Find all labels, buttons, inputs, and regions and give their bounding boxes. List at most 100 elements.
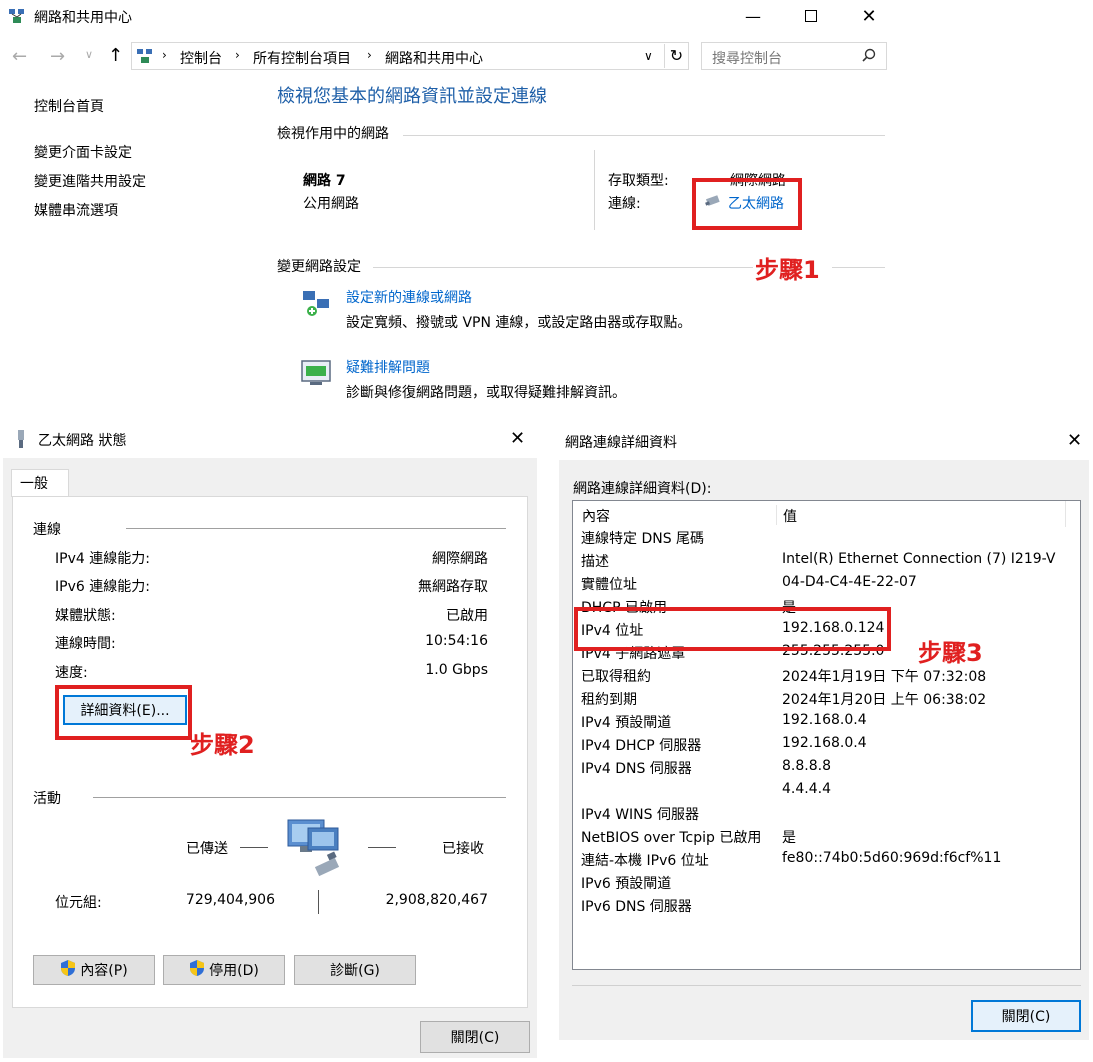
- ipv4-connectivity-label: IPv4 連線能力:: [55, 551, 150, 567]
- disable-button-label: 停用(D): [209, 963, 259, 979]
- row-property: IPv4 DNS 伺服器: [581, 761, 692, 777]
- breadcrumb-separator-icon[interactable]: ›: [367, 48, 372, 62]
- page-title: 檢視您基本的網路資訊並設定連線: [277, 86, 547, 107]
- row-property: 租約到期: [581, 692, 637, 708]
- minimize-button[interactable]: —: [724, 0, 782, 32]
- table-row[interactable]: 已取得租約 2024年1月19日 下午 07:32:08: [573, 666, 1072, 689]
- sidebar-item-adapter[interactable]: 變更介面卡設定: [34, 142, 132, 162]
- table-row[interactable]: NetBIOS over Tcpip 已啟用 是: [573, 827, 1072, 850]
- details-close-button[interactable]: 關閉(C): [971, 1000, 1081, 1032]
- table-row[interactable]: 描述 Intel(R) Ethernet Connection (7) I219-…: [573, 551, 1072, 574]
- col-divider: [776, 505, 777, 525]
- troubleshoot-link[interactable]: 疑難排解問題: [346, 357, 430, 377]
- breadcrumb-item[interactable]: 控制台: [180, 48, 222, 68]
- step3-highlight: [574, 607, 891, 651]
- row-value: 是: [782, 830, 796, 846]
- table-row[interactable]: 租約到期 2024年1月20日 上午 06:38:02: [573, 689, 1072, 712]
- details-listview[interactable]: 內容 值 連線特定 DNS 尾碼 描述 Intel(R) Ethernet Conn…: [572, 500, 1081, 970]
- divider: [93, 797, 506, 798]
- table-row[interactable]: 連線特定 DNS 尾碼: [573, 528, 1072, 551]
- main-window: 網路和共用中心 — ✕ ← → ∨ ↑ › 控制台 › 所有控制台項目 › 網路…: [0, 0, 893, 410]
- properties-button[interactable]: 內容(P): [33, 955, 155, 985]
- status-close-button[interactable]: 關閉(C): [420, 1021, 530, 1053]
- table-row[interactable]: IPv4 WINS 伺服器: [573, 804, 1072, 827]
- details-list-label: 網路連線詳細資料(D):: [573, 481, 712, 497]
- disable-button[interactable]: 停用(D): [163, 955, 285, 985]
- table-row[interactable]: IPv4 預設閘道 192.168.0.4: [573, 712, 1072, 735]
- address-dropdown-icon[interactable]: ∨: [644, 49, 653, 63]
- speed-label: 速度:: [55, 665, 88, 681]
- divider: [126, 528, 506, 529]
- new-connection-desc: 設定寬頻、撥號或 VPN 連線，或設定路由器或存取點。: [346, 315, 692, 331]
- diagnose-button[interactable]: 診斷(G): [294, 955, 416, 985]
- duration-value: 10:54:16: [425, 633, 488, 649]
- row-property: IPv4 預設閘道: [581, 715, 672, 731]
- breadcrumb-item[interactable]: 網路和共用中心: [385, 48, 483, 68]
- forward-arrow-icon[interactable]: →: [50, 46, 65, 67]
- network-name: 網路 7: [303, 173, 346, 189]
- details-close-button-label: 關閉(C): [1001, 1009, 1051, 1025]
- title-bar: 網路和共用中心 — ✕: [0, 0, 893, 32]
- connection-label: 連線:: [608, 196, 641, 212]
- sidebar-item-sharing[interactable]: 變更進階共用設定: [34, 171, 146, 191]
- sidebar-item-streaming[interactable]: 媒體串流選項: [34, 200, 118, 220]
- details-rows: 連線特定 DNS 尾碼 描述 Intel(R) Ethernet Connectio…: [573, 528, 1080, 968]
- row-property: NetBIOS over Tcpip 已啟用: [581, 830, 762, 846]
- col-value-header[interactable]: 值: [783, 506, 797, 526]
- row-property: 實體位址: [581, 577, 637, 593]
- sent-line: [240, 847, 268, 848]
- sent-label: 已傳送: [186, 841, 228, 857]
- details-dialog: 網路連線詳細資料 ✕ 網路連線詳細資料(D): 內容 值 連線特定 DNS 尾碼…: [555, 420, 1093, 1040]
- tab-general[interactable]: 一般: [11, 469, 69, 497]
- search-icon[interactable]: [862, 48, 876, 66]
- table-row[interactable]: IPv4 DNS 伺服器 8.8.8.8: [573, 758, 1072, 781]
- ipv4-connectivity-value: 網際網路: [432, 551, 488, 567]
- bytes-label: 位元組:: [55, 895, 102, 911]
- row-value: 04-D4-C4-4E-22-07: [782, 574, 917, 590]
- row-property: 已取得租約: [581, 669, 651, 685]
- col-property-header[interactable]: 內容: [582, 506, 610, 526]
- speed-value: 1.0 Gbps: [425, 662, 488, 678]
- sidebar-item-home[interactable]: 控制台首頁: [34, 96, 104, 116]
- status-dialog: 乙太網路 狀態 ✕ 一般 連線 IPv4 連線能力: 網際網路 IPv6 連線能…: [0, 420, 540, 1062]
- table-row[interactable]: 連結-本機 IPv6 位址 fe80::74b0:5d60:969d:f6cf%1…: [573, 850, 1072, 873]
- properties-button-label: 內容(P): [80, 963, 128, 979]
- details-header: 內容 值: [573, 501, 1080, 527]
- row-value: 8.8.8.8: [782, 758, 831, 774]
- new-connection-link[interactable]: 設定新的連線或網路: [346, 287, 472, 307]
- recent-chevron-icon[interactable]: ∨: [85, 48, 93, 61]
- ethernet-status-icon: [16, 430, 26, 452]
- divider: [373, 267, 753, 268]
- divider: [403, 135, 885, 136]
- up-arrow-icon[interactable]: ↑: [108, 45, 123, 66]
- breadcrumb-separator-icon[interactable]: ›: [162, 48, 167, 62]
- maximize-button[interactable]: [782, 0, 840, 32]
- step3-label: 步驟3: [918, 639, 983, 667]
- diagnose-button-label: 診斷(G): [330, 963, 380, 979]
- row-value: Intel(R) Ethernet Connection (7) I219-V: [782, 551, 1056, 567]
- status-close-icon[interactable]: ✕: [510, 428, 525, 449]
- table-row[interactable]: 實體位址 04-D4-C4-4E-22-07: [573, 574, 1072, 597]
- access-type-label: 存取類型:: [608, 173, 669, 189]
- row-property: IPv4 WINS 伺服器: [581, 807, 699, 823]
- duration-label: 連線時間:: [55, 636, 116, 652]
- refresh-icon[interactable]: ↻: [664, 44, 688, 68]
- back-arrow-icon[interactable]: ←: [12, 46, 27, 67]
- row-property: 連結-本機 IPv6 位址: [581, 853, 709, 869]
- row-value: 192.168.0.4: [782, 712, 867, 728]
- search-input[interactable]: 搜尋控制台: [701, 42, 887, 70]
- breadcrumb-item[interactable]: 所有控制台項目: [253, 48, 351, 68]
- breadcrumb-separator-icon[interactable]: ›: [235, 48, 240, 62]
- shield-icon: [189, 959, 205, 981]
- details-close-icon[interactable]: ✕: [1067, 430, 1082, 451]
- row-value: fe80::74b0:5d60:969d:f6cf%11: [782, 850, 1002, 866]
- table-row[interactable]: IPv6 預設閘道: [573, 873, 1072, 896]
- table-row[interactable]: IPv4 DHCP 伺服器 192.168.0.4: [573, 735, 1072, 758]
- table-row[interactable]: 4.4.4.4: [573, 781, 1072, 804]
- address-bar[interactable]: › 控制台 › 所有控制台項目 › 網路和共用中心 ∨ ↻: [131, 42, 689, 70]
- network-type: 公用網路: [303, 196, 359, 212]
- window-title: 網路和共用中心: [34, 10, 132, 26]
- close-button[interactable]: ✕: [840, 0, 898, 32]
- step2-label: 步驟2: [190, 731, 255, 759]
- table-row[interactable]: IPv6 DNS 伺服器: [573, 896, 1072, 919]
